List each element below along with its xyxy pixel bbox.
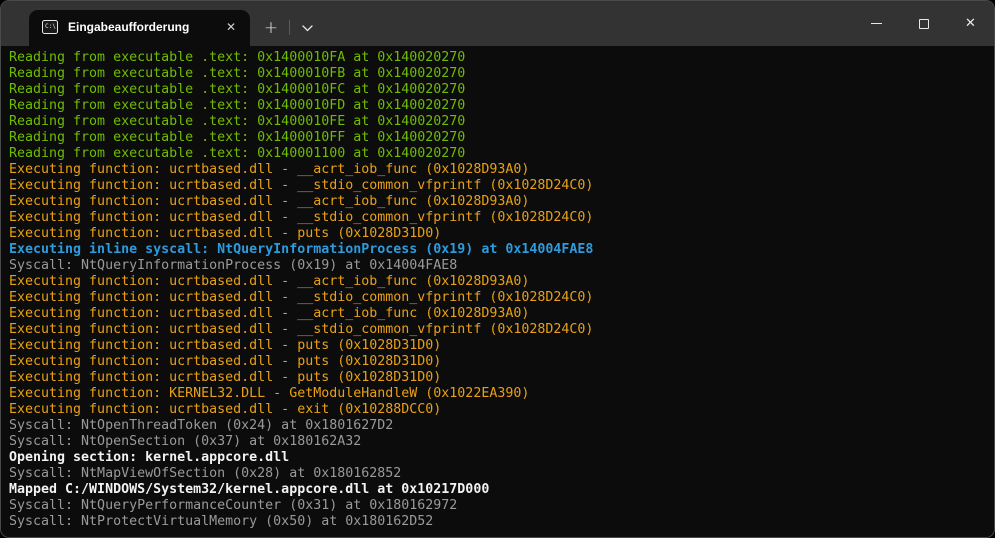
terminal-line: Reading from executable .text: 0x1400011… [9,146,994,162]
terminal-line: Syscall: NtOpenThreadToken (0x24) at 0x1… [9,418,994,434]
terminal-line: Executing function: ucrtbased.dll - exit… [9,402,994,418]
terminal-line: Executing function: ucrtbased.dll - __ac… [9,194,994,210]
terminal-line: Executing function: ucrtbased.dll - __st… [9,322,994,338]
window-controls: ✕ [853,1,994,46]
terminal-line: Executing function: ucrtbased.dll - __st… [9,210,994,226]
terminal-line: Executing function: ucrtbased.dll - __st… [9,178,994,194]
newtab-divider [289,20,290,35]
terminal-line: Executing function: ucrtbased.dll - puts… [9,226,994,242]
tab-title: Eingabeaufforderung [68,20,222,34]
terminal-line: Reading from executable .text: 0x1400010… [9,98,994,114]
cmd-icon-text: C:\ [43,24,56,30]
terminal-line: Syscall: NtQueryInformationProcess (0x19… [9,258,994,274]
minimize-button[interactable] [853,1,900,46]
tab-eingabeaufforderung[interactable]: C:\ Eingabeaufforderung ✕ [29,10,250,46]
terminal-line: Syscall: NtProtectVirtualMemory (0x50) a… [9,514,994,530]
terminal-line: Executing function: ucrtbased.dll - puts… [9,370,994,386]
terminal-line: Reading from executable .text: 0x1400010… [9,50,994,66]
tab-dropdown-button[interactable] [293,14,321,42]
terminal-line: Executing function: ucrtbased.dll - puts… [9,338,994,354]
terminal-line: Opening section: kernel.appcore.dll [9,450,994,466]
maximize-button[interactable] [900,1,947,46]
chevron-down-icon [302,25,313,32]
terminal-line: Executing function: KERNEL32.DLL - GetMo… [9,386,994,402]
new-tab-button[interactable]: + [257,14,285,42]
terminal-output[interactable]: Reading from executable .text: 0x1400010… [1,46,994,537]
tab-close-button[interactable]: ✕ [222,19,240,35]
close-window-button[interactable]: ✕ [947,1,994,46]
terminal-line: Executing function: ucrtbased.dll - __ac… [9,162,994,178]
terminal-line: Executing inline syscall: NtQueryInforma… [9,242,994,258]
title-bar[interactable]: C:\ Eingabeaufforderung ✕ + ✕ [1,1,994,46]
terminal-line: Reading from executable .text: 0x1400010… [9,130,994,146]
plus-icon: + [264,18,278,38]
terminal-line: Reading from executable .text: 0x1400010… [9,114,994,130]
terminal-line: Reading from executable .text: 0x1400010… [9,82,994,98]
terminal-line: Executing function: ucrtbased.dll - puts… [9,354,994,370]
maximize-icon [919,19,929,29]
terminal-line: Reading from executable .text: 0x1400010… [9,66,994,82]
minimize-icon [871,23,882,24]
close-icon: ✕ [965,17,976,30]
cmd-prompt-icon: C:\ [42,20,58,34]
terminal-line: Executing function: ucrtbased.dll - __ac… [9,306,994,322]
terminal-line: Syscall: NtOpenSection (0x37) at 0x18016… [9,434,994,450]
terminal-window: C:\ Eingabeaufforderung ✕ + ✕ [0,0,995,538]
terminal-line: Executing function: ucrtbased.dll - __ac… [9,274,994,290]
close-icon: ✕ [226,20,236,34]
terminal-line: Syscall: NtQueryPerformanceCounter (0x31… [9,498,994,514]
terminal-line: Syscall: NtMapViewOfSection (0x28) at 0x… [9,466,994,482]
terminal-line: Mapped C:/WINDOWS/System32/kernel.appcor… [9,482,994,498]
terminal-line: Executing function: ucrtbased.dll - __st… [9,290,994,306]
